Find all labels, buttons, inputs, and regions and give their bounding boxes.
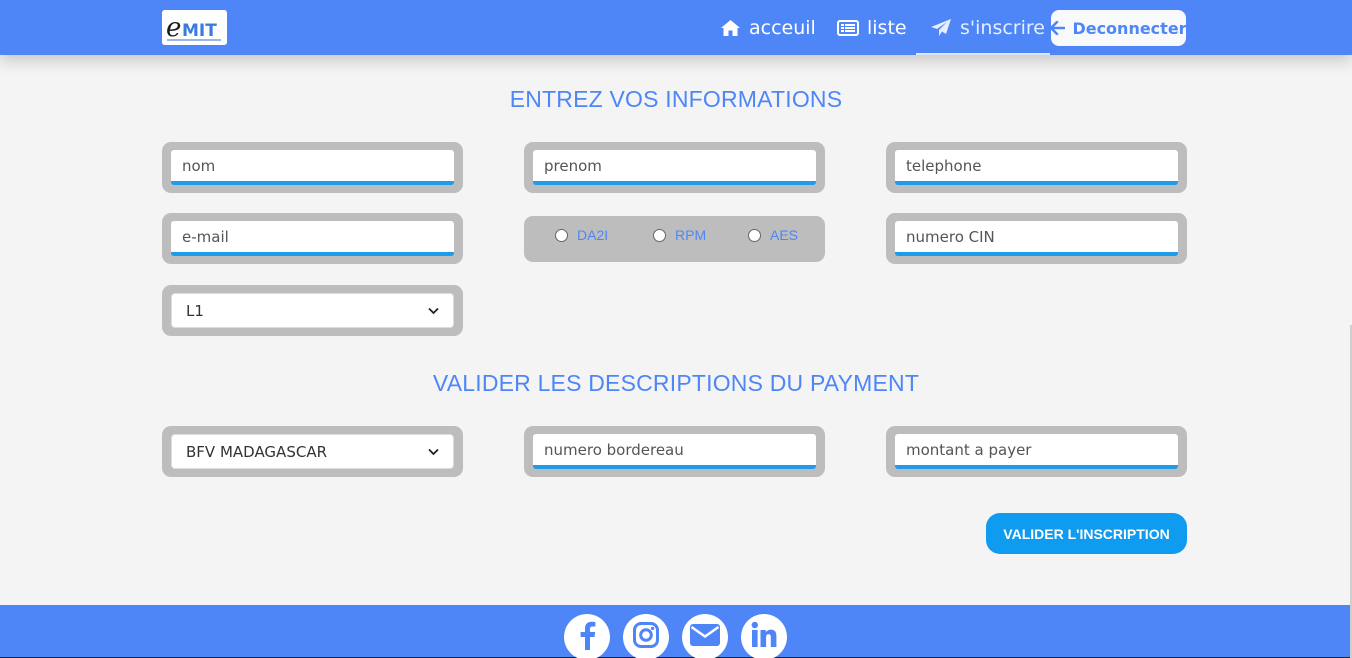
niveau-select[interactable]: L1 xyxy=(171,293,454,328)
nav-item-label: acceuil xyxy=(749,16,816,39)
cin-field-wrapper xyxy=(886,213,1187,264)
radio-button[interactable] xyxy=(748,228,761,242)
bank-selected-value: BFV MADAGASCAR xyxy=(186,442,327,461)
instagram-link[interactable] xyxy=(623,614,669,658)
radio-button[interactable] xyxy=(653,228,666,242)
montant-input[interactable] xyxy=(895,434,1178,469)
section-title-payment: VALIDER LES DESCRIPTIONS DU PAYMENT xyxy=(432,370,920,396)
emit-logo[interactable]: e MIT xyxy=(162,10,227,45)
parcours-radio-group: DA2I RPM AES xyxy=(524,216,825,262)
niveau-selected-value: L1 xyxy=(186,301,204,320)
radio-label: DA2I xyxy=(577,227,609,243)
svg-text:e: e xyxy=(166,13,181,43)
nom-field-wrapper xyxy=(162,142,463,193)
nav-item-label: s'inscrire xyxy=(960,16,1045,39)
linkedin-icon xyxy=(750,621,778,653)
envelope-icon xyxy=(689,623,721,651)
top-navbar: e MIT acceuil liste s'inscrire Deconnect… xyxy=(0,0,1352,55)
email-link[interactable] xyxy=(682,614,728,658)
radio-button[interactable] xyxy=(555,228,568,242)
bank-select[interactable]: BFV MADAGASCAR xyxy=(171,434,454,469)
radio-aes[interactable]: AES xyxy=(748,227,798,243)
bordereau-input[interactable] xyxy=(533,434,816,469)
niveau-select-wrapper: L1 xyxy=(162,285,463,336)
svg-text:MIT: MIT xyxy=(182,21,217,41)
chevron-down-icon xyxy=(428,307,439,315)
radio-da2i[interactable]: DA2I xyxy=(555,227,608,243)
instagram-icon xyxy=(632,621,660,653)
montant-field-wrapper xyxy=(886,426,1187,477)
active-nav-indicator xyxy=(916,53,1050,55)
nav-item-sinscrire[interactable]: s'inscrire xyxy=(930,0,1045,55)
radio-label: RPM xyxy=(675,227,707,243)
bank-select-wrapper: BFV MADAGASCAR xyxy=(162,426,463,477)
nav-item-liste[interactable]: liste xyxy=(837,0,907,55)
chevron-down-icon xyxy=(428,448,439,456)
paper-plane-icon xyxy=(930,18,952,38)
prenom-input[interactable] xyxy=(533,150,816,185)
telephone-input[interactable] xyxy=(895,150,1178,185)
logout-button[interactable]: Deconnecter xyxy=(1050,10,1187,46)
email-field-wrapper xyxy=(162,213,463,264)
facebook-icon xyxy=(576,620,598,654)
prenom-field-wrapper xyxy=(524,142,825,193)
bordereau-field-wrapper xyxy=(524,426,825,477)
radio-label: AES xyxy=(770,227,799,243)
list-icon xyxy=(837,19,859,37)
arrow-left-icon xyxy=(1050,21,1066,35)
nav-item-label: liste xyxy=(867,16,907,39)
radio-rpm[interactable]: RPM xyxy=(653,227,706,243)
nom-input[interactable] xyxy=(171,150,454,185)
logout-label: Deconnecter xyxy=(1072,18,1187,38)
email-input[interactable] xyxy=(171,221,454,256)
section-title-informations: ENTREZ VOS INFORMATIONS xyxy=(509,86,843,112)
cin-input[interactable] xyxy=(895,221,1178,256)
linkedin-link[interactable] xyxy=(741,614,787,658)
home-icon xyxy=(720,19,741,37)
telephone-field-wrapper xyxy=(886,142,1187,193)
submit-inscription-button[interactable]: VALIDER L'INSCRIPTION xyxy=(986,513,1187,554)
facebook-link[interactable] xyxy=(564,614,610,658)
nav-item-acceuil[interactable]: acceuil xyxy=(720,0,816,55)
footer xyxy=(0,605,1352,658)
